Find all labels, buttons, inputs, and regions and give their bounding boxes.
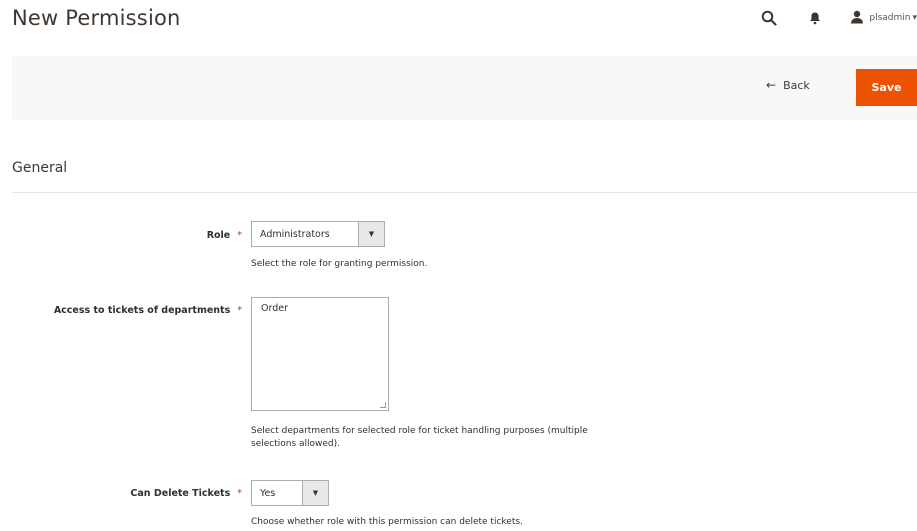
section-divider (12, 192, 917, 193)
departments-note-line2: selections allowed). (251, 439, 341, 449)
departments-multiselect[interactable]: Order (251, 297, 389, 411)
role-note: Select the role for granting permission. (251, 259, 428, 269)
page-actions-bar: ← Back Save (12, 56, 917, 120)
required-mark: * (237, 488, 242, 499)
back-button[interactable]: ← Back (766, 78, 810, 92)
bell-icon[interactable] (805, 8, 825, 28)
chevron-down-icon: ▼ (302, 481, 328, 505)
search-icon[interactable] (759, 8, 779, 28)
arrow-left-icon: ← (766, 78, 777, 92)
role-label: Role * (120, 230, 242, 241)
role-select[interactable]: Administrators ▼ (251, 221, 385, 247)
user-menu[interactable]: plsadmin ▾ (851, 9, 917, 28)
department-option[interactable]: Order (252, 298, 388, 314)
chevron-down-icon: ▾ (912, 13, 917, 23)
user-name: plsadmin (869, 13, 911, 23)
chevron-down-icon: ▼ (358, 222, 384, 246)
header-actions: plsadmin ▾ (759, 0, 917, 36)
departments-label-text: Access to tickets of departments (53, 305, 231, 316)
back-button-label: Back (783, 78, 810, 92)
can-delete-note: Choose whether role with this permission… (251, 517, 523, 527)
can-delete-label: Can Delete Tickets * (80, 488, 242, 499)
departments-note-line1: Select departments for selected role for… (251, 426, 588, 436)
resize-handle[interactable] (380, 402, 386, 408)
page-title: New Permission (12, 6, 181, 30)
departments-note: Select departments for selected role for… (251, 425, 588, 451)
user-icon (851, 9, 864, 28)
can-delete-label-text: Can Delete Tickets (130, 488, 231, 499)
departments-label: Access to tickets of departments * (16, 305, 242, 316)
role-label-text: Role (206, 230, 231, 241)
save-button[interactable]: Save (856, 69, 917, 106)
required-mark: * (237, 305, 242, 316)
required-mark: * (237, 230, 242, 241)
can-delete-select-value: Yes (260, 487, 276, 499)
role-select-value: Administrators (260, 228, 330, 240)
section-title: General (12, 160, 68, 176)
can-delete-select[interactable]: Yes ▼ (251, 480, 329, 506)
